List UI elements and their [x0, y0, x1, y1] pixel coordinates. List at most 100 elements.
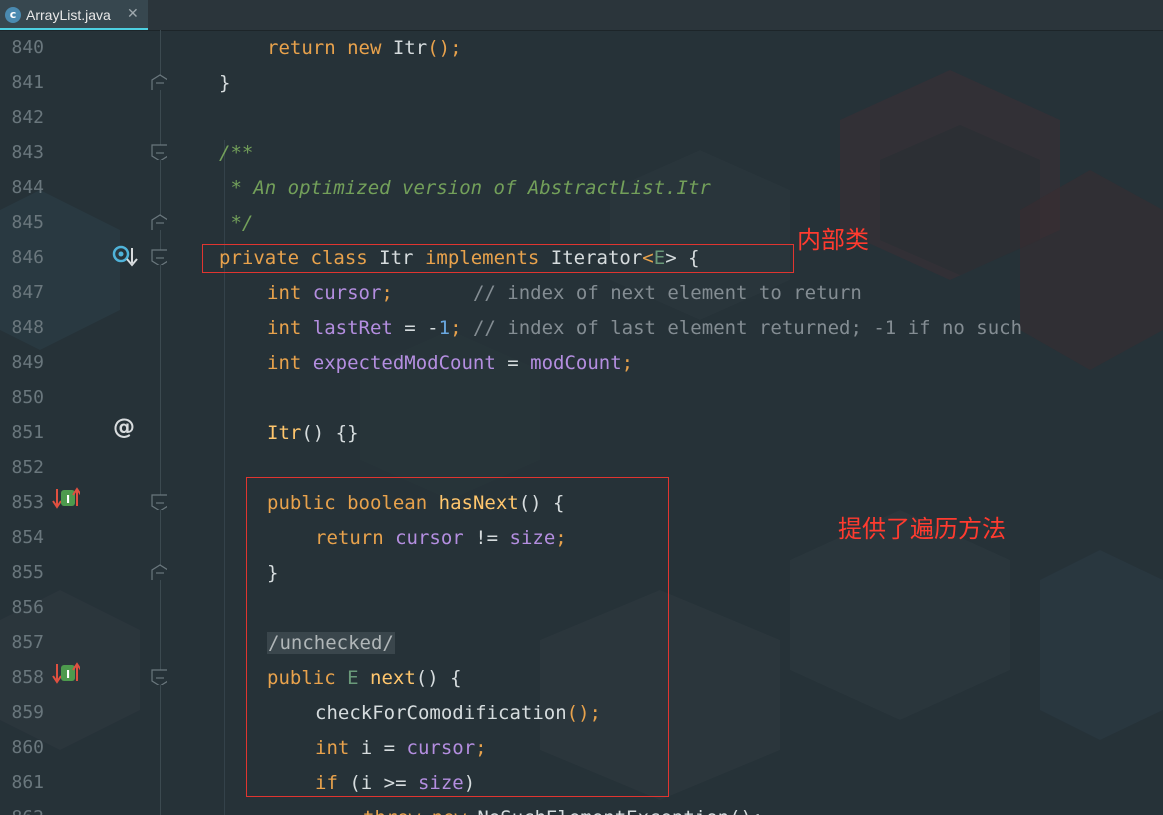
code-token: modCount [530, 352, 622, 374]
code-text[interactable]: * An optimized version of AbstractList.I… [219, 176, 711, 200]
code-text[interactable]: int lastRet = -1; // index of last eleme… [267, 316, 1022, 340]
line-number[interactable]: 843 [0, 142, 44, 164]
line-number[interactable]: 849 [0, 352, 44, 374]
line-number[interactable]: 846 [0, 247, 44, 269]
code-token: expectedModCount [312, 352, 496, 374]
code-line[interactable]: 851 Itr() {} [0, 415, 1163, 450]
code-token: Itr [267, 422, 302, 444]
fold-icon[interactable] [151, 669, 167, 685]
fold-icon[interactable] [151, 144, 167, 160]
fold-icon[interactable] [151, 249, 167, 265]
fold-icon[interactable] [151, 564, 167, 580]
line-number[interactable]: 859 [0, 702, 44, 724]
line-number[interactable]: 856 [0, 597, 44, 619]
code-token: () {} [301, 422, 359, 444]
line-number[interactable]: 862 [0, 807, 44, 815]
inner-class-highlight-box [202, 244, 794, 273]
line-number[interactable]: 860 [0, 737, 44, 759]
code-token: (); [427, 37, 462, 59]
line-number[interactable]: 845 [0, 212, 44, 234]
line-number[interactable]: 844 [0, 177, 44, 199]
fold-icon[interactable] [151, 214, 167, 230]
code-token: int [267, 317, 302, 339]
line-number[interactable]: 861 [0, 772, 44, 794]
code-token: lastRet [312, 317, 393, 339]
code-token: // index of next element to return [392, 282, 862, 304]
override-method-icon[interactable]: I [52, 661, 80, 689]
fold-icon[interactable] [151, 494, 167, 510]
at-annotation-icon[interactable]: @ [113, 415, 135, 441]
code-token: NoSuchElementException(); [466, 807, 763, 815]
override-method-icon[interactable]: I [52, 486, 80, 514]
line-number[interactable]: 854 [0, 527, 44, 549]
code-token: int [267, 352, 302, 374]
code-line[interactable]: 841} [0, 65, 1163, 100]
code-line[interactable]: 849 int expectedModCount = modCount; [0, 345, 1163, 380]
code-editor[interactable]: 840 return new Itr(); 841} 842 843/** 844 * A… [0, 30, 1163, 815]
code-text[interactable]: */ [219, 211, 253, 235]
code-text[interactable]: /** [219, 141, 253, 165]
code-token: cursor [312, 282, 382, 304]
code-token: // index of last element returned; -1 if… [461, 317, 1023, 339]
line-number[interactable]: 858 [0, 667, 44, 689]
inner-class-annotation: 内部类 [797, 226, 869, 254]
code-token: ; [381, 282, 393, 304]
code-line[interactable]: 848 int lastRet = -1; // index of last el… [0, 310, 1163, 345]
code-line[interactable]: 844 * An optimized version of AbstractLi… [0, 170, 1163, 205]
code-token: } [219, 72, 231, 94]
code-text[interactable]: throw new NoSuchElementException(); [363, 806, 763, 815]
code-token: int [267, 282, 302, 304]
code-token: throw [363, 807, 420, 815]
code-text[interactable]: int cursor; // index of next element to … [267, 281, 862, 305]
svg-text:I: I [66, 493, 70, 506]
code-token: Itr [381, 37, 428, 59]
line-number[interactable]: 855 [0, 562, 44, 584]
code-text[interactable]: int expectedModCount = modCount; [267, 351, 633, 375]
code-text[interactable]: Itr() {} [267, 421, 359, 445]
traversal-annotation: 提供了遍历方法 [838, 515, 1006, 543]
line-number[interactable]: 857 [0, 632, 44, 654]
code-token: = [495, 352, 531, 374]
code-token: 1 [438, 317, 451, 339]
code-token: = - [392, 317, 439, 339]
implements-interface-icon[interactable] [111, 243, 139, 271]
code-line[interactable]: 845 */ [0, 205, 1163, 240]
code-line[interactable]: 847 int cursor; // index of next element … [0, 275, 1163, 310]
code-token: ; [450, 317, 462, 339]
line-number[interactable]: 853 [0, 492, 44, 514]
traversal-methods-highlight-box [246, 477, 669, 797]
code-text[interactable]: return new Itr(); [267, 36, 462, 60]
line-number[interactable]: 852 [0, 457, 44, 479]
code-token: return [267, 37, 336, 59]
close-icon[interactable]: ✕ [127, 6, 139, 22]
code-token: ; [621, 352, 634, 374]
fold-icon[interactable] [151, 74, 167, 90]
code-token: * An optimized version of AbstractList.I… [219, 177, 711, 199]
java-class-icon: c [5, 7, 21, 23]
code-token: /** [219, 142, 254, 164]
tab-label: ArrayList.java [26, 7, 111, 23]
code-line[interactable]: 850 [0, 380, 1163, 415]
line-number[interactable]: 842 [0, 107, 44, 129]
tab-arraylist-java[interactable]: c ArrayList.java ✕ [0, 0, 148, 30]
code-line[interactable]: 842 [0, 100, 1163, 135]
line-number[interactable]: 851 [0, 422, 44, 444]
line-number[interactable]: 847 [0, 282, 44, 304]
line-number[interactable]: 840 [0, 37, 44, 59]
editor-tab-bar: c ArrayList.java ✕ [0, 0, 1163, 31]
code-token: new [347, 37, 382, 59]
line-number[interactable]: 848 [0, 317, 44, 339]
code-line[interactable]: 862 throw new NoSuchElementException(); [0, 800, 1163, 815]
line-number[interactable]: 850 [0, 387, 44, 409]
code-line[interactable]: 843 /** [0, 135, 1163, 170]
line-number[interactable]: 841 [0, 72, 44, 94]
code-token: new [432, 807, 466, 815]
code-line[interactable]: 840 return new Itr(); [0, 30, 1163, 65]
code-text[interactable]: } [219, 71, 230, 95]
code-token: */ [219, 212, 254, 234]
